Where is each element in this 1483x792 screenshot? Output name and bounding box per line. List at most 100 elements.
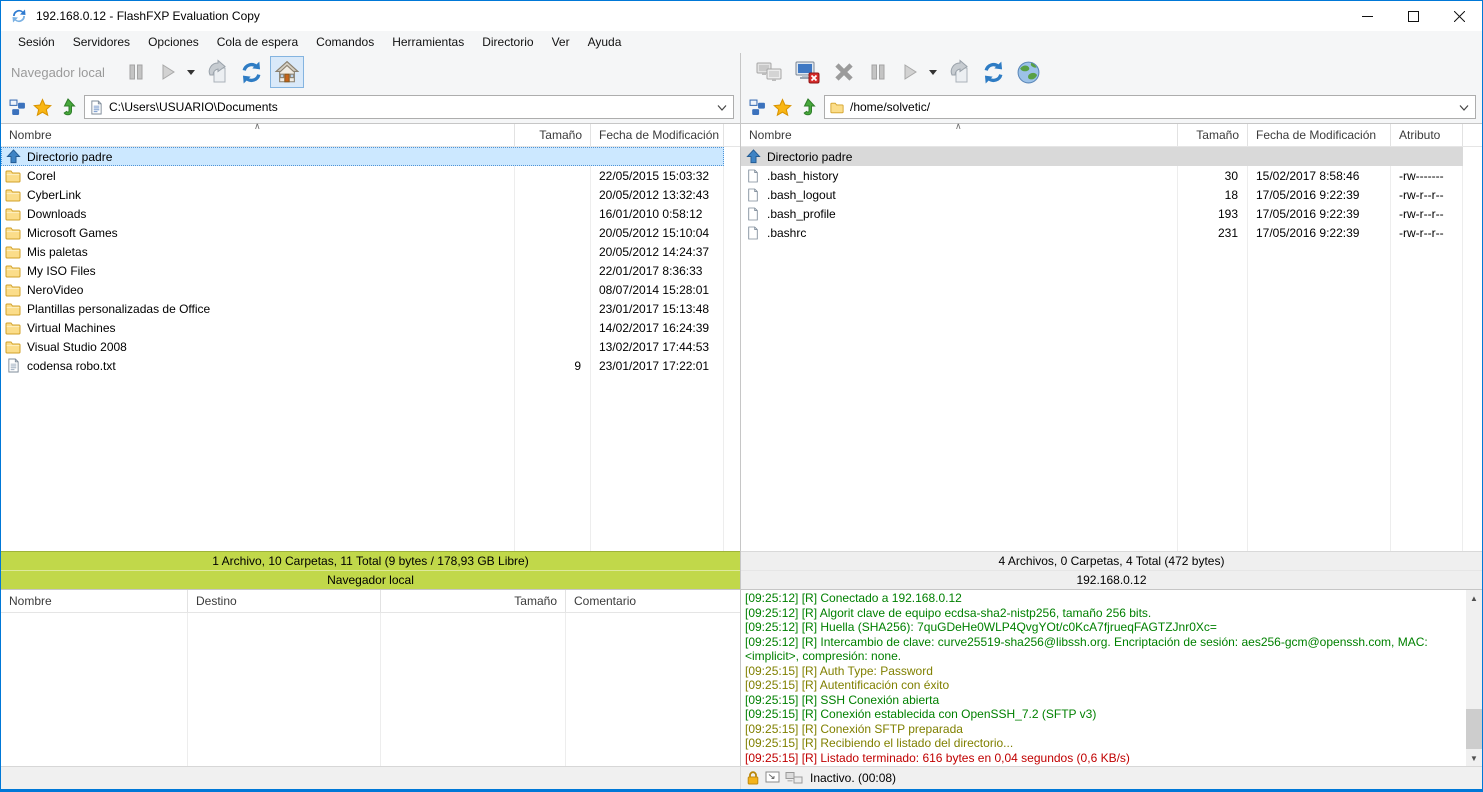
file-name: Corel — [27, 168, 56, 183]
file-size: 18 — [1224, 187, 1238, 202]
menubar: Sesión Servidores Opciones Cola de esper… — [1, 31, 1482, 53]
file-row[interactable]: Corel 22/05/2015 15:03:32 — [1, 166, 724, 185]
file-row[interactable]: My ISO Files 22/01/2017 8:36:33 — [1, 261, 724, 280]
file-date: 20/05/2012 13:32:43 — [599, 187, 710, 202]
folder-icon — [5, 341, 21, 353]
file-name: .bash_logout — [767, 187, 836, 202]
file-row[interactable]: Downloads 16/01/2010 0:58:12 — [1, 204, 724, 223]
local-start-button[interactable] — [153, 56, 183, 88]
document-icon — [748, 188, 758, 201]
file-row[interactable]: .bash_history 30 15/02/2017 8:58:46 -rw-… — [741, 166, 1463, 185]
remote-path-folder-icon — [830, 102, 844, 113]
close-button[interactable] — [1436, 1, 1482, 31]
log-line: [09:25:12] [R] Conectado a 192.168.0.12 — [745, 591, 962, 605]
log-line: [09:25:12] [R] Huella (SHA256): 7quGDeHe… — [745, 620, 1217, 634]
remote-connect-button[interactable] — [751, 56, 787, 88]
remote-path-dropdown-chevron[interactable] — [1459, 100, 1471, 114]
log-scrollbar[interactable]: ▲ ▼ — [1466, 590, 1482, 766]
log-line: [09:25:15] [R] Autentificación con éxito — [745, 678, 950, 692]
remote-start-dropdown[interactable] — [927, 56, 939, 88]
column-header-fecha[interactable]: Fecha de Modificación — [1248, 124, 1391, 146]
folder-icon — [5, 208, 21, 220]
parent-directory-icon[interactable] — [59, 98, 77, 116]
site-manager-icon[interactable] — [9, 99, 26, 116]
remote-parent-directory-icon[interactable] — [799, 98, 817, 116]
local-browser-label: Navegador local — [11, 64, 105, 80]
scroll-up-arrow[interactable]: ▲ — [1466, 590, 1482, 606]
transfer-queue-panel: Nombre Destino Tamaño Comentario — [1, 590, 741, 766]
file-row[interactable]: Visual Studio 2008 13/02/2017 17:44:53 — [1, 337, 724, 356]
log-line: [09:25:15] [R] Conexión establecida con … — [745, 707, 1097, 721]
file-row[interactable]: Directorio padre — [741, 147, 1463, 166]
file-row[interactable]: .bash_profile 193 17/05/2016 9:22:39 -rw… — [741, 204, 1463, 223]
local-path-combobox[interactable]: C:\Users\USUARIO\Documents — [84, 95, 734, 119]
menu-item[interactable]: Comandos — [307, 31, 383, 53]
file-row[interactable]: Mis paletas 20/05/2012 14:24:37 — [1, 242, 724, 261]
local-path-doc-icon — [91, 100, 102, 114]
menu-item[interactable]: Sesión — [9, 31, 64, 53]
log-line: [09:25:15] [R] Recibiendo el listado del… — [745, 736, 1014, 750]
log-line: [09:25:15] [R] Auth Type: Password — [745, 663, 933, 678]
remote-favorites-star-icon[interactable] — [773, 97, 792, 117]
log-line: [09:25:12] [R] Algorit clave de equipo e… — [745, 605, 1152, 620]
column-header-atributo[interactable]: Atributo — [1391, 124, 1463, 146]
column-header-fecha[interactable]: Fecha de Modificación — [591, 124, 724, 146]
file-name: Directorio padre — [27, 149, 113, 164]
menu-item[interactable]: Cola de espera — [208, 31, 307, 53]
remote-globe-button[interactable] — [1012, 56, 1045, 88]
local-transfer-button[interactable] — [199, 56, 233, 88]
remote-status-host: 192.168.0.12 — [1076, 573, 1147, 587]
favorites-star-icon[interactable] — [33, 97, 52, 117]
minimize-button[interactable] — [1344, 1, 1390, 31]
file-name: NeroVideo — [27, 282, 84, 297]
file-row[interactable]: Plantillas personalizadas de Office 23/0… — [1, 299, 724, 318]
document-icon — [748, 207, 758, 220]
column-header-tamano[interactable]: Tamaño — [1178, 124, 1248, 146]
bottom-split: Nombre Destino Tamaño Comentario [09:25:… — [1, 589, 1482, 766]
local-home-button[interactable] — [269, 56, 304, 88]
scrollbar-thumb[interactable] — [1466, 709, 1482, 749]
local-refresh-button[interactable] — [235, 56, 268, 88]
remote-pause-button[interactable] — [863, 56, 893, 88]
file-row[interactable]: NeroVideo 08/07/2014 15:28:01 — [1, 280, 724, 299]
file-row[interactable]: Virtual Machines 14/02/2017 16:24:39 — [1, 318, 724, 337]
queue-column-destino[interactable]: Destino — [188, 590, 381, 612]
remote-site-manager-icon[interactable] — [749, 99, 766, 116]
file-row[interactable]: codensa robo.txt 9 23/01/2017 17:22:01 — [1, 356, 724, 375]
queue-column-nombre[interactable]: Nombre — [1, 590, 188, 612]
log-line: [09:25:12] [R] Intercambio de clave: cur… — [745, 634, 1428, 664]
remote-refresh-button[interactable] — [977, 56, 1010, 88]
local-path-dropdown-chevron[interactable] — [717, 100, 729, 114]
menu-item[interactable]: Opciones — [139, 31, 208, 53]
local-pause-button[interactable] — [121, 56, 151, 88]
menu-item[interactable]: Herramientas — [383, 31, 473, 53]
window-title: 192.168.0.12 - FlashFXP Evaluation Copy — [36, 9, 260, 23]
remote-start-button[interactable] — [895, 56, 925, 88]
menu-item[interactable]: Ver — [543, 31, 579, 53]
remote-pane: /home/solvetic/ Nombre Tamaño Fecha de M… — [741, 53, 1482, 589]
local-list-body: Directorio padre Corel 22/05/2015 15:03:… — [1, 147, 740, 551]
maximize-button[interactable] — [1390, 1, 1436, 31]
remote-disconnect-button[interactable] — [789, 56, 825, 88]
queue-column-comentario[interactable]: Comentario — [566, 590, 741, 612]
file-row[interactable]: Directorio padre — [1, 147, 724, 166]
column-header-tamano[interactable]: Tamaño — [515, 124, 591, 146]
remote-transfer-button[interactable] — [941, 56, 975, 88]
remote-toolbar — [741, 53, 1482, 91]
menu-item[interactable]: Servidores — [64, 31, 139, 53]
scroll-down-arrow[interactable]: ▼ — [1466, 750, 1482, 766]
folder-icon — [5, 284, 21, 296]
file-row[interactable]: CyberLink 20/05/2012 13:32:43 — [1, 185, 724, 204]
file-name: Plantillas personalizadas de Office — [27, 301, 211, 316]
folder-icon — [5, 246, 21, 258]
flashfxp-window: 192.168.0.12 - FlashFXP Evaluation Copy … — [0, 0, 1483, 792]
file-row[interactable]: .bash_logout 18 17/05/2016 9:22:39 -rw-r… — [741, 185, 1463, 204]
file-row[interactable]: Microsoft Games 20/05/2012 15:10:04 — [1, 223, 724, 242]
queue-column-tamano[interactable]: Tamaño — [381, 590, 566, 612]
menu-item[interactable]: Ayuda — [579, 31, 631, 53]
remote-abort-button[interactable] — [827, 56, 861, 88]
remote-path-combobox[interactable]: /home/solvetic/ — [824, 95, 1476, 119]
menu-item[interactable]: Directorio — [473, 31, 542, 53]
local-start-dropdown[interactable] — [185, 56, 197, 88]
file-row[interactable]: .bashrc 231 17/05/2016 9:22:39 -rw-r--r-… — [741, 223, 1463, 242]
